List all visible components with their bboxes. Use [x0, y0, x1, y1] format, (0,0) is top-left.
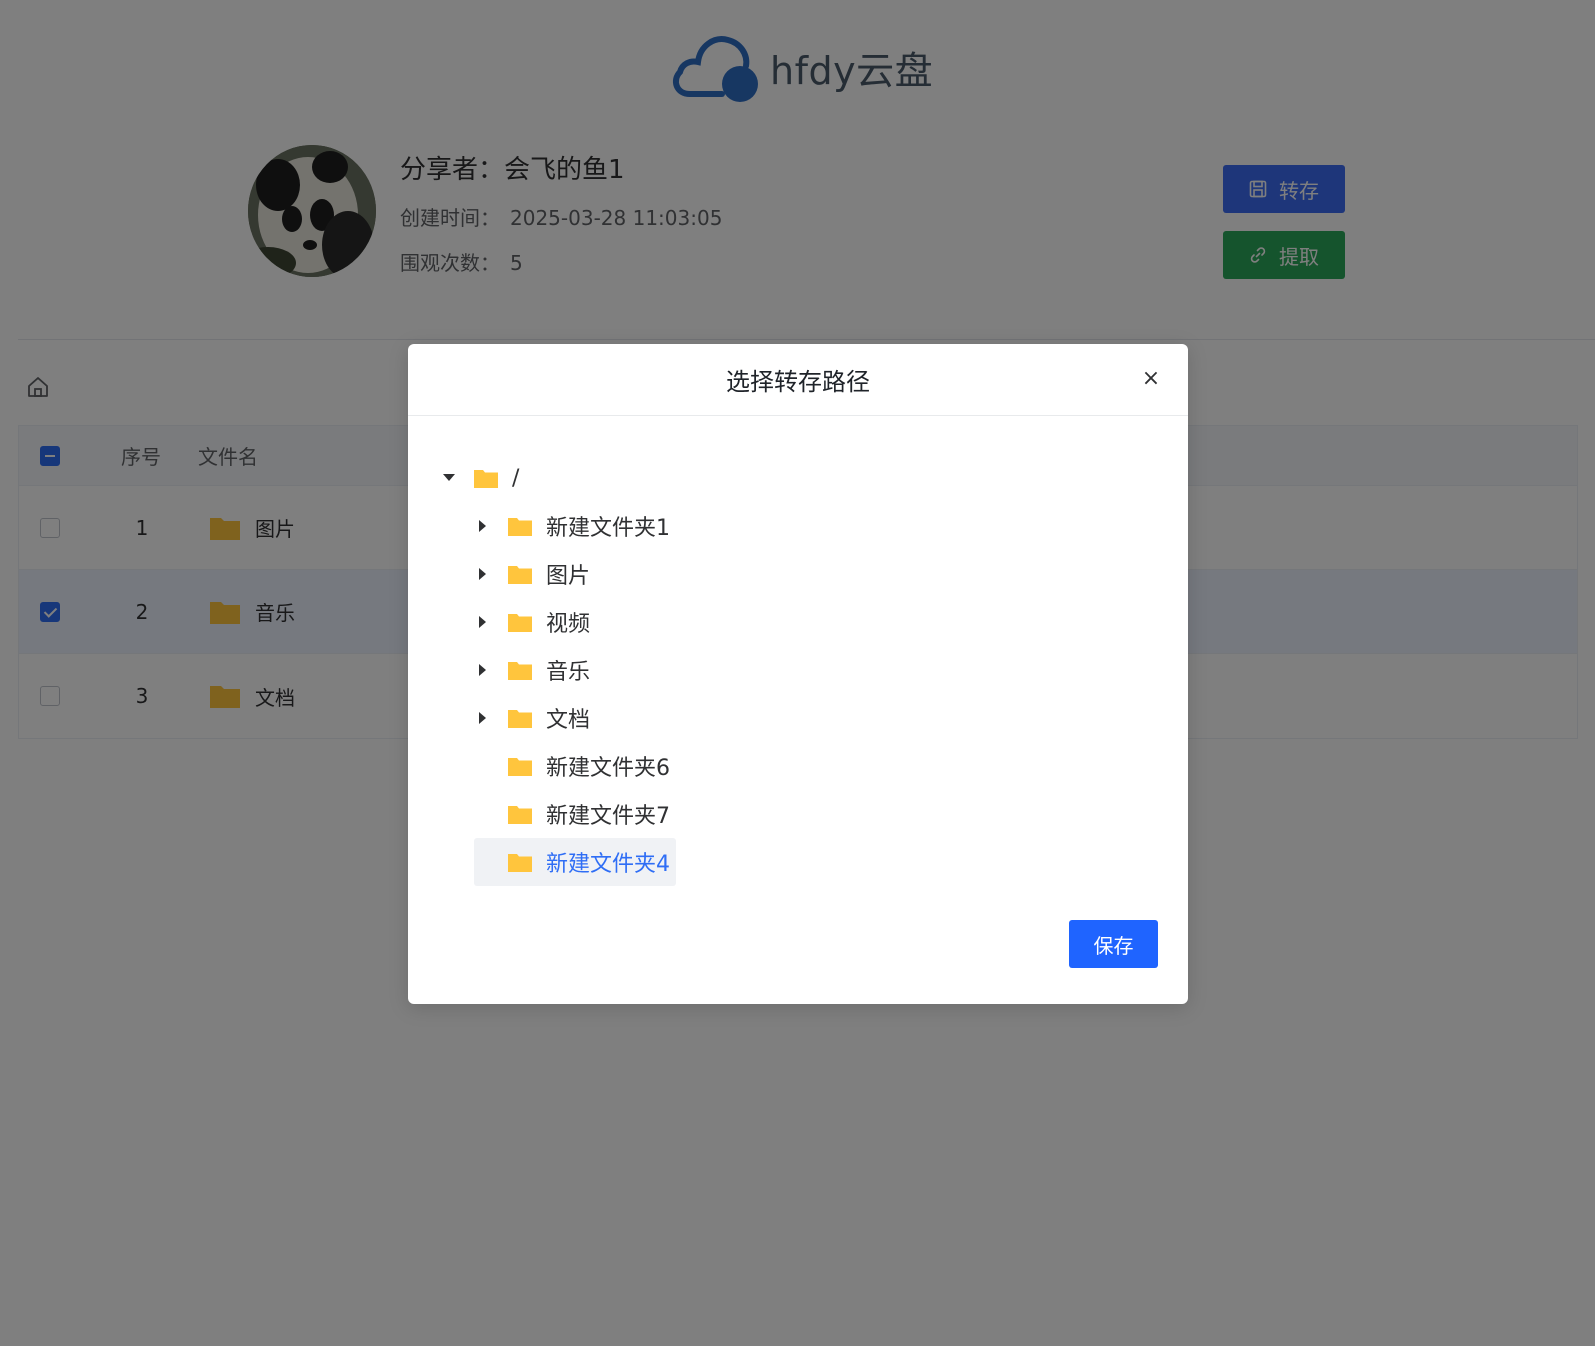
dialog-save-button[interactable]: 保存: [1069, 920, 1158, 968]
tree-node-label: 新建文件夹4: [546, 852, 670, 877]
tree-node-content: 文档: [474, 694, 596, 742]
caret-right-icon[interactable]: [474, 613, 492, 631]
dialog-header: 选择转存路径 ×: [408, 344, 1188, 416]
folder-icon: [508, 518, 532, 536]
tree-node-label: 新建文件夹6: [546, 756, 670, 781]
tree-node[interactable]: 文档: [438, 694, 1158, 742]
folder-icon: [508, 854, 532, 872]
folder-icon: [508, 566, 532, 584]
tree-node-root[interactable]: /: [438, 454, 1158, 502]
tree-node[interactable]: 音乐: [438, 646, 1158, 694]
tree-node[interactable]: 新建文件夹7: [438, 790, 1158, 838]
tree-node-label: 新建文件夹7: [546, 804, 670, 829]
tree-node-content: 音乐: [474, 646, 596, 694]
caret-down-icon[interactable]: [440, 469, 458, 487]
tree-node[interactable]: 图片: [438, 550, 1158, 598]
tree-node-content: 新建文件夹4: [474, 838, 676, 886]
folder-icon: [474, 470, 498, 488]
tree-node-label: 新建文件夹1: [546, 516, 670, 541]
folder-icon: [508, 614, 532, 632]
caret-right-icon[interactable]: [474, 709, 492, 727]
tree-node-content: 新建文件夹6: [474, 742, 676, 790]
caret-right-icon[interactable]: [474, 517, 492, 535]
tree-node-label: 音乐: [546, 660, 591, 685]
tree-node-content: 视频: [474, 598, 596, 646]
dialog-title: 选择转存路径: [726, 368, 870, 396]
tree-node-label: 视频: [546, 612, 591, 637]
select-path-dialog: 选择转存路径 × / 新建文件夹1 图片 视频 音乐 文档 新建文件夹6 新建文…: [408, 344, 1188, 1004]
tree-node-label: /: [512, 465, 520, 491]
tree-node-label: 图片: [546, 564, 591, 589]
tree-node-selected[interactable]: 新建文件夹4: [438, 838, 1158, 886]
close-icon[interactable]: ×: [1140, 368, 1162, 390]
caret-right-icon[interactable]: [474, 565, 492, 583]
folder-icon: [508, 758, 532, 776]
tree-node[interactable]: 新建文件夹1: [438, 502, 1158, 550]
folder-tree: / 新建文件夹1 图片 视频 音乐 文档 新建文件夹6 新建文件夹7 新建文件夹…: [438, 454, 1158, 886]
folder-icon: [508, 662, 532, 680]
tree-node-content: 新建文件夹1: [474, 502, 676, 550]
tree-node-label: 文档: [546, 708, 591, 733]
tree-node-content: /: [440, 454, 525, 502]
tree-node[interactable]: 视频: [438, 598, 1158, 646]
tree-node-content: 图片: [474, 550, 596, 598]
folder-icon: [508, 806, 532, 824]
tree-node[interactable]: 新建文件夹6: [438, 742, 1158, 790]
folder-icon: [508, 710, 532, 728]
caret-right-icon[interactable]: [474, 661, 492, 679]
tree-node-content: 新建文件夹7: [474, 790, 676, 838]
